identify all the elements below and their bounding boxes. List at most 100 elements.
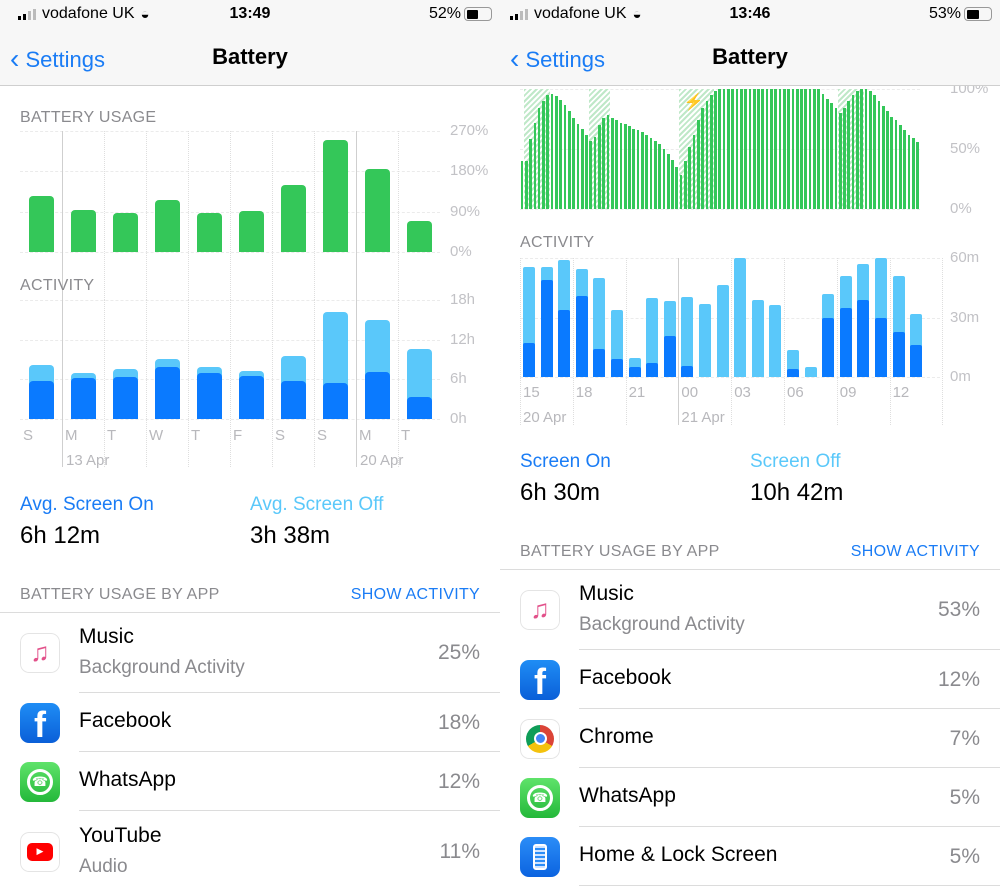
battery-level-bar xyxy=(696,120,700,209)
app-percent: 11% xyxy=(439,839,480,863)
battery-usage-bar xyxy=(364,169,390,252)
screen-off-bar xyxy=(699,304,711,377)
y-tick-label: 0% xyxy=(450,243,472,260)
youtube-icon: ▶ xyxy=(20,831,60,872)
screen-on-bar xyxy=(875,317,887,377)
battery-level-bar xyxy=(911,138,915,209)
battery-level-bar xyxy=(628,126,631,209)
battery-level-bar xyxy=(653,140,657,209)
battery-level-bar xyxy=(843,108,846,209)
avg-screen-off-label: Avg. Screen Off xyxy=(250,494,384,515)
battery-level-bar xyxy=(890,116,894,209)
battery-level-bar xyxy=(718,89,722,209)
column-divider xyxy=(62,131,63,300)
y-tick-label: 0m xyxy=(950,368,971,385)
battery-level-bar xyxy=(705,101,709,209)
app-row[interactable]: ☎ WhatsApp 5% xyxy=(500,768,1000,827)
y-tick-label: 60m xyxy=(950,249,980,266)
column-divider xyxy=(188,300,189,467)
column-divider xyxy=(230,131,231,300)
app-row[interactable]: ▶ YouTube Audio 11% xyxy=(0,811,500,889)
app-row[interactable]: Chrome 7% xyxy=(500,709,1000,768)
app-row[interactable]: f Facebook 18% xyxy=(0,693,500,752)
battery-level-bar xyxy=(830,103,833,209)
app-row[interactable]: ☎ WhatsApp 12% xyxy=(0,752,500,811)
battery-usage-title: BATTERY USAGE xyxy=(20,109,157,126)
y-tick-label: 6h xyxy=(450,370,467,388)
column-divider xyxy=(784,258,785,425)
app-name: Music xyxy=(79,625,134,648)
app-name: Facebook xyxy=(79,709,172,732)
app-row[interactable]: Home & Lock Screen 5% xyxy=(500,827,1000,886)
battery-level-bar xyxy=(524,161,528,209)
page-title: Battery xyxy=(712,44,788,69)
column-divider xyxy=(356,300,357,467)
battery-usage-bar xyxy=(112,212,138,252)
battery-level-bar xyxy=(550,93,554,209)
battery-usage-bar xyxy=(154,200,180,252)
column-divider xyxy=(731,258,733,425)
left-battery-screen: vodafone UK ◒ 13:49 52% ‹ Settings Batte… xyxy=(0,0,500,889)
battery-level-bar xyxy=(881,105,885,209)
app-row[interactable]: f Facebook 12% xyxy=(500,650,1000,709)
x-tick-label: W xyxy=(149,427,164,444)
y-tick-label: 90% xyxy=(450,202,481,220)
app-percent: 5% xyxy=(949,785,980,809)
battery-level-bar xyxy=(602,117,605,209)
column-divider xyxy=(104,300,105,467)
battery-level-bar xyxy=(537,108,541,209)
app-row[interactable]: ♫ Music Background Activity 53% xyxy=(500,569,1000,650)
avg-screen-on-label: Avg. Screen On xyxy=(20,494,154,515)
column-divider xyxy=(572,258,574,425)
app-subtitle: Background Activity xyxy=(79,657,245,678)
app-name: WhatsApp xyxy=(79,768,176,791)
battery-level-bar xyxy=(701,108,704,209)
date-label: 20 Apr xyxy=(523,409,567,426)
battery-level-bar xyxy=(757,89,760,209)
battery-level-bar xyxy=(671,159,674,209)
battery-level-bar xyxy=(533,122,537,209)
show-activity-button[interactable]: SHOW ACTIVITY xyxy=(851,543,980,561)
battery-level-bar xyxy=(692,134,696,209)
column-divider xyxy=(398,300,399,467)
column-divider xyxy=(520,258,521,425)
screen-off-label: Screen Off xyxy=(750,451,841,472)
screen-off-bar xyxy=(716,284,729,377)
battery-level-bar xyxy=(899,125,902,209)
app-percent: 12% xyxy=(937,667,980,691)
status-right: 53% xyxy=(929,5,992,23)
battery-level-bar xyxy=(782,89,786,209)
x-tick-label: S xyxy=(275,427,286,444)
battery-level-bar xyxy=(731,89,735,209)
show-activity-button[interactable]: SHOW ACTIVITY xyxy=(351,586,480,604)
screen-on-bar xyxy=(154,366,180,419)
battery-level-bar xyxy=(727,89,730,209)
app-name: YouTube xyxy=(79,824,162,847)
screen-on-bar xyxy=(575,295,588,377)
screen-on-bar xyxy=(540,279,553,377)
screen-on-bar xyxy=(322,383,348,419)
battery-level-bar xyxy=(641,132,644,209)
x-tick-label: 21 xyxy=(628,384,646,401)
whatsapp-icon: ☎ xyxy=(20,761,60,802)
x-tick-label: 09 xyxy=(839,384,857,401)
app-subtitle: Audio xyxy=(79,856,128,877)
battery-level-bar xyxy=(877,101,881,209)
column-divider xyxy=(314,300,315,467)
screen-on-bar xyxy=(663,335,676,377)
date-label: 21 Apr xyxy=(681,409,725,426)
battery-level-bar xyxy=(739,89,743,209)
battery-level-bar xyxy=(735,89,739,209)
battery-level-bar xyxy=(817,89,821,209)
battery-level-bar xyxy=(520,161,524,209)
screen-on-bar xyxy=(839,307,852,377)
screen-on-label: Screen On xyxy=(520,451,611,472)
screen-on-bar xyxy=(28,380,54,419)
page-title: Battery xyxy=(212,44,288,69)
battery-level-bar xyxy=(688,146,692,209)
battery-level-bar xyxy=(585,134,588,209)
app-row[interactable]: ♫ Music Background Activity 25% xyxy=(0,612,500,693)
battery-level-bar xyxy=(555,96,558,209)
gridline xyxy=(520,377,940,378)
column-divider xyxy=(678,258,680,425)
